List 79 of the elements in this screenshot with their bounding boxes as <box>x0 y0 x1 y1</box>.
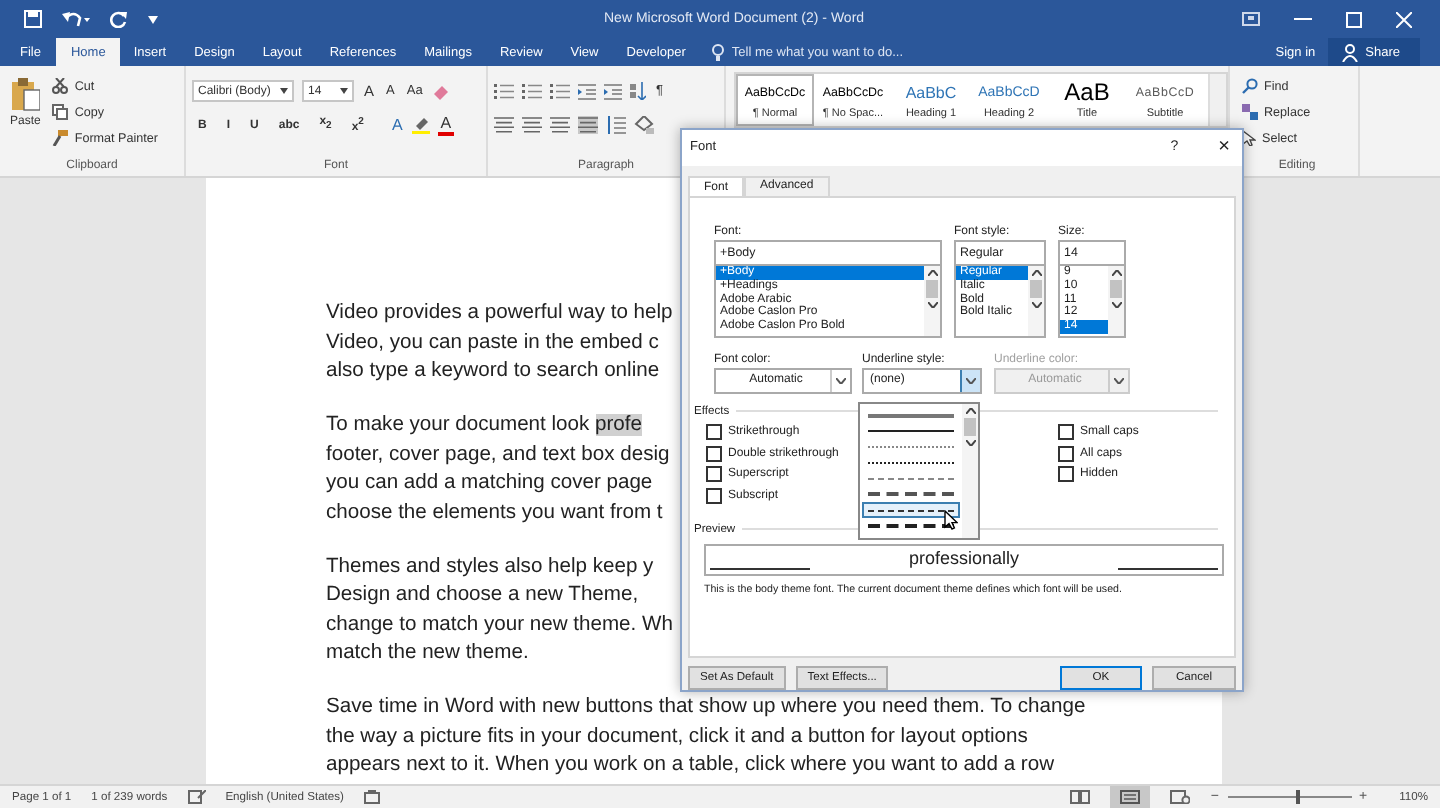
document-text: Design and choose a new Theme, <box>326 582 639 610</box>
document-text: match the new theme. <box>326 640 529 668</box>
underline-option[interactable] <box>862 502 960 519</box>
clipboard-icon <box>11 78 40 112</box>
document-text: the way a picture fits in your document, click it and a button for layout options <box>326 723 1028 751</box>
caret-icon <box>340 88 348 94</box>
highlighter-icon[interactable] <box>412 116 431 134</box>
caret-icon <box>836 377 846 384</box>
justify-icon[interactable] <box>578 116 598 134</box>
indent-icon[interactable] <box>578 83 596 99</box>
scrollbar-thumb[interactable] <box>926 279 938 298</box>
scrollbar[interactable] <box>1028 265 1044 336</box>
caret-icon <box>966 377 976 384</box>
gallery-scrollbar[interactable] <box>1208 74 1226 126</box>
document-text: Themes and styles also help keep y <box>326 553 654 581</box>
eraser-icon[interactable] <box>432 83 449 99</box>
document-text: you can add a matching cover page <box>326 470 653 498</box>
scroll-up-icon[interactable] <box>1111 269 1121 276</box>
maximize-icon[interactable] <box>1346 11 1362 27</box>
scrollbar-thumb[interactable] <box>1110 279 1122 298</box>
page-icon <box>1120 790 1141 804</box>
document-text: appears next to it. When you work on a table, click where you want to add a row <box>326 752 1055 780</box>
document-text: footer, cover page, and text box desig <box>326 441 670 469</box>
zoom-slider-thumb[interactable] <box>1295 790 1300 804</box>
document-text: Video provides a powerful way to help <box>326 300 673 328</box>
shading-icon[interactable] <box>634 116 654 134</box>
list-icon[interactable] <box>522 83 542 99</box>
search-icon <box>1242 78 1258 94</box>
brush-icon <box>52 130 69 146</box>
web-layout-icon[interactable] <box>1170 790 1191 804</box>
scrollbar[interactable] <box>924 265 940 336</box>
align-icon[interactable] <box>550 116 570 134</box>
scroll-up-icon[interactable] <box>965 408 975 414</box>
list-icon[interactable] <box>550 83 570 99</box>
proofing-icon[interactable] <box>187 790 206 804</box>
copy-icon <box>52 104 69 120</box>
scrollbar-thumb[interactable] <box>964 418 976 436</box>
replace-icon <box>1242 104 1258 120</box>
person-icon <box>1341 43 1358 61</box>
list-icon[interactable] <box>494 83 514 99</box>
preview-box: professionally <box>704 543 1224 576</box>
document-text: also type a keyword to search online <box>326 358 660 386</box>
document-text: Save time in Word with new buttons that show up where you need them. To change <box>326 694 1086 722</box>
text-outline-button[interactable]: A <box>389 116 405 134</box>
align-icon[interactable] <box>494 116 514 134</box>
document-text: change to match your new theme. Wh <box>326 611 673 639</box>
save-icon[interactable] <box>24 10 42 28</box>
minimize-icon[interactable] <box>1294 17 1312 21</box>
document-text: To make your document look profe <box>326 412 642 440</box>
caret-icon <box>1114 377 1124 384</box>
align-icon[interactable] <box>522 116 542 134</box>
indent-icon[interactable] <box>604 83 622 99</box>
ribbon-display-icon[interactable] <box>1242 12 1260 26</box>
document-text: choose the elements you want from t <box>326 499 663 527</box>
redo-icon[interactable] <box>110 10 128 28</box>
scroll-down-icon[interactable] <box>965 440 975 446</box>
sort-icon[interactable] <box>630 82 646 100</box>
line-spacing-icon[interactable] <box>606 116 626 134</box>
mouse-pointer-icon <box>944 510 958 530</box>
scroll-down-icon[interactable] <box>1031 301 1041 308</box>
scrollbar[interactable] <box>1108 265 1124 336</box>
font-color-button[interactable]: A <box>438 115 454 135</box>
macro-icon[interactable] <box>363 790 380 804</box>
read-mode-icon[interactable] <box>1070 790 1091 804</box>
scroll-down-icon[interactable] <box>1111 301 1121 308</box>
customize-caret-icon[interactable] <box>148 15 158 23</box>
caret-icon <box>280 88 288 94</box>
close-icon[interactable] <box>1396 11 1412 27</box>
close-button[interactable]: × <box>1214 136 1234 159</box>
lightbulb-icon[interactable] <box>711 44 724 62</box>
scrollbar[interactable] <box>962 404 978 538</box>
scroll-up-icon[interactable] <box>927 269 937 276</box>
print-layout-button[interactable] <box>1110 786 1151 808</box>
scroll-up-icon[interactable] <box>1031 269 1041 276</box>
scissors-icon <box>52 78 69 94</box>
document-text: Video, you can paste in the embed c <box>326 329 659 357</box>
undo-icon[interactable] <box>62 10 90 28</box>
scroll-down-icon[interactable] <box>927 301 937 308</box>
scrollbar-thumb[interactable] <box>1030 279 1042 298</box>
